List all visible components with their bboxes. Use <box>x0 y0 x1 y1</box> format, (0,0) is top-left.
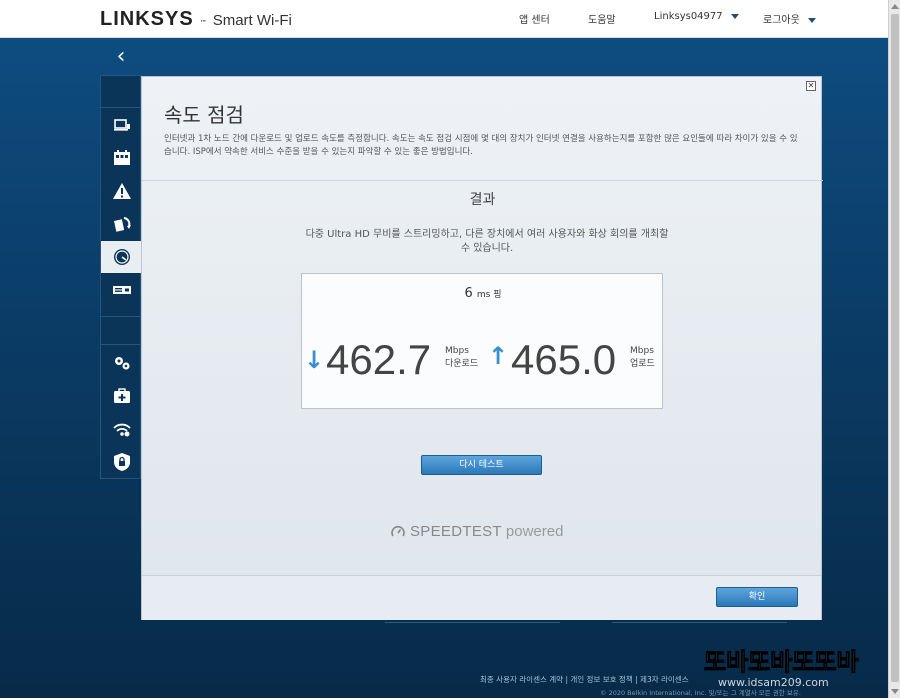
svg-text:www.idsam209.com: www.idsam209.com <box>718 676 829 689</box>
third-party-licenses-link[interactable]: 제3자 라이센스 <box>640 675 689 684</box>
eula-link[interactable]: 최종 사용자 라이센스 계약 <box>480 675 563 684</box>
speedtest-gauge-icon <box>391 525 405 536</box>
ping-readout: 6 ms 핑 <box>302 286 664 301</box>
sidebar-item-wifi[interactable] <box>101 413 142 445</box>
top-header: LINKSYS ™ Smart Wi-Fi 앱 센터 도움말 Linksys049… <box>0 0 900 38</box>
update-arrows-icon <box>113 217 131 232</box>
page-footer-links: 최종 사용자 라이센스 계약 | 개인 정보 보호 정책 | 제3자 라이센스 <box>480 674 689 685</box>
speedometer-icon <box>113 249 130 265</box>
upload-unit: Mbps <box>630 346 654 356</box>
footer-separator: | <box>635 675 638 684</box>
speedtest-logo: SPEEDTEST powered <box>390 523 563 540</box>
ping-unit: ms 핑 <box>476 290 502 300</box>
dialog-description: 인터넷과 1차 노드 간에 다운로드 및 업로드 속도를 측정합니다. 속도는 … <box>164 134 798 157</box>
router-name: Linksys04977 <box>654 11 723 22</box>
speedtest-powered-text: powered <box>505 523 564 540</box>
ping-value: 6 <box>464 286 473 301</box>
close-icon[interactable]: ✕ <box>806 81 816 91</box>
dialog-title: 속도 점검 <box>164 103 244 127</box>
router-account-menu[interactable]: Linksys04977 <box>654 11 739 22</box>
top-nav: 앱 센터 도움말 Linksys04977 로그아웃 <box>0 11 900 27</box>
privacy-link[interactable]: 개인 정보 보호 정책 <box>570 675 632 684</box>
network-map-icon <box>113 119 130 131</box>
wifi-settings-icon <box>112 423 131 437</box>
devices-calendar-icon <box>113 150 130 165</box>
app-center-link[interactable]: 앱 센터 <box>519 11 550 26</box>
speed-check-dialog: ✕ 속도 점검 인터넷과 1차 노드 간에 다운로드 및 업로드 속도를 측정합… <box>141 76 823 620</box>
logout-label: 로그아웃 <box>763 15 800 26</box>
sidebar-nav <box>100 75 148 479</box>
chevron-down-icon <box>807 17 816 23</box>
background-divider <box>385 622 560 623</box>
background-divider <box>612 622 787 623</box>
sidebar-item-updates[interactable] <box>101 208 142 240</box>
sidebar-item-network-map[interactable] <box>101 109 142 141</box>
speedtest-text: SPEEDTEST <box>410 523 502 540</box>
scroll-down-icon[interactable] <box>891 689 899 694</box>
chevron-down-icon <box>730 13 739 19</box>
download-unit-block: Mbps 다운로드 <box>445 345 478 371</box>
scrollbar-thumb[interactable] <box>891 14 899 682</box>
sidebar-item-devices[interactable] <box>101 142 142 174</box>
page-scrollbar[interactable] <box>888 0 900 698</box>
speed-result-panel: 6 ms 핑 ↓ 462.7 Mbps 다운로드 ↑ 465.0 Mbps 업로… <box>301 273 663 409</box>
alert-triangle-icon <box>112 183 131 199</box>
sidebar-item-external-storage[interactable] <box>101 274 142 306</box>
download-unit: Mbps <box>445 346 469 356</box>
download-arrow-icon: ↓ <box>304 346 325 374</box>
upload-unit-block: Mbps 업로드 <box>630 345 655 371</box>
download-label: 다운로드 <box>445 359 479 369</box>
security-shield-icon <box>113 453 130 471</box>
sidebar-item-speed-check[interactable] <box>101 241 148 273</box>
retest-button[interactable]: 다시 테스트 <box>421 455 542 475</box>
site-watermark: 또바또바또또바 www.idsam209.com <box>700 640 888 696</box>
dialog-footer: 확인 <box>142 575 821 620</box>
sidebar-item-settings[interactable] <box>101 347 142 379</box>
upload-arrow-icon: ↑ <box>488 342 509 370</box>
sidebar-item-troubleshooting[interactable] <box>101 380 142 412</box>
result-heading: 결과 <box>469 192 496 208</box>
external-storage-icon <box>112 286 131 294</box>
watermark-logo: 또바또바또또바 www.idsam209.com <box>704 648 860 690</box>
download-speed: 462.7 <box>326 336 432 383</box>
settings-gears-icon <box>114 357 129 370</box>
svg-text:또바또바또또바: 또바또바또또바 <box>704 648 859 676</box>
sidebar-divider <box>101 107 142 108</box>
upload-speed: 465.0 <box>511 336 617 383</box>
scroll-up-icon[interactable] <box>891 4 899 9</box>
sidebar-item-security[interactable] <box>101 446 142 478</box>
divider <box>142 180 823 181</box>
ok-button[interactable]: 확인 <box>716 587 798 607</box>
troubleshooting-kit-icon <box>113 388 130 403</box>
sidebar-divider <box>101 316 142 317</box>
logout-menu[interactable]: 로그아웃 <box>763 11 816 26</box>
back-chevron-icon[interactable]: ‹ <box>112 46 130 68</box>
result-description: 다중 Ultra HD 무비를 스트리밍하고, 다른 장치에서 여러 사용자와 … <box>305 229 669 254</box>
help-link[interactable]: 도움말 <box>588 11 616 26</box>
footer-separator: | <box>565 675 568 684</box>
sidebar-divider <box>101 344 142 345</box>
upload-label: 업로드 <box>630 359 655 369</box>
sidebar-item-alerts[interactable] <box>101 175 142 207</box>
